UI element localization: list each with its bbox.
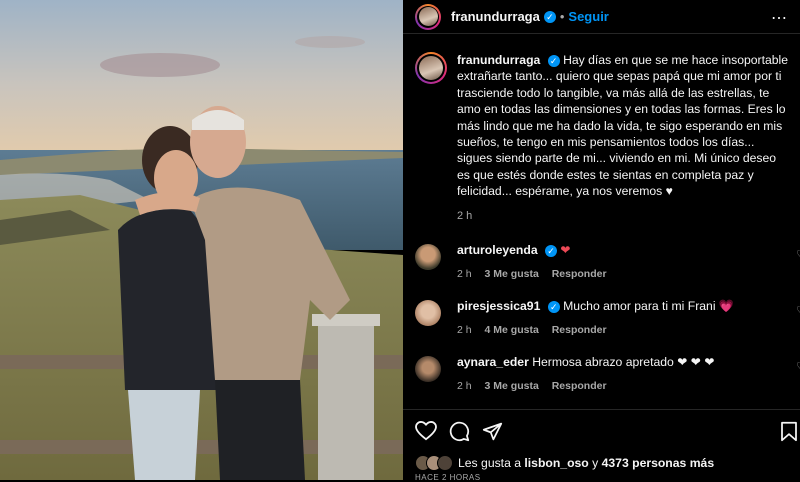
liker-avatar [437, 455, 453, 471]
caption-text: Hay días en que se me hace insoportable … [457, 53, 789, 199]
reply-button[interactable]: Responder [552, 268, 607, 280]
comment-likes[interactable]: 4 Me gusta [485, 324, 539, 336]
post-header: franundurraga ✓ • Seguir ⋯ [403, 0, 800, 34]
author-avatar[interactable] [415, 3, 441, 30]
comment-item: aynara_eder Hermosa abrazo apretado ❤ ❤ … [403, 354, 800, 394]
likes-summary[interactable]: Les gusta a lisbon_oso y 4373 personas m… [415, 455, 714, 471]
comment-text: Mucho amor para ti mi Frani 💗 [563, 299, 735, 314]
comment-time: 2 h [457, 380, 472, 393]
comment-time: 2 h [457, 324, 472, 337]
reply-button[interactable]: Responder [552, 380, 607, 392]
comment-likes[interactable]: 3 Me gusta [485, 380, 539, 392]
caption-avatar[interactable] [415, 52, 447, 84]
likes-connector: y [592, 456, 599, 470]
action-bar [403, 409, 800, 452]
caption-time: 2 h [457, 209, 473, 222]
caption-username[interactable]: franundurraga [457, 53, 540, 67]
more-options-icon[interactable]: ⋯ [771, 8, 788, 28]
post-photo[interactable] [0, 0, 403, 480]
verified-icon: ✓ [543, 10, 556, 23]
like-comment-icon[interactable]: ♡ [796, 248, 800, 261]
post-timestamp: HACE 2 HORAS [415, 473, 481, 482]
comment-username[interactable]: piresjessica91 [457, 299, 540, 313]
likes-user[interactable]: lisbon_oso [524, 456, 588, 470]
photo-illustration [0, 0, 403, 480]
bookmark-icon[interactable] [780, 421, 798, 447]
like-comment-icon[interactable]: ♡ [796, 360, 800, 373]
comment-item: piresjessica91 ✓ Mucho amor para ti mi F… [403, 298, 800, 338]
comment-avatar[interactable] [415, 244, 441, 271]
comment-time: 2 h [457, 268, 472, 281]
heart-icon[interactable] [415, 420, 437, 446]
comment-icon[interactable] [449, 421, 470, 447]
comments-scroll[interactable]: franundurraga ✓ Hay días en que se me ha… [403, 34, 800, 408]
reply-button[interactable]: Responder [552, 324, 607, 336]
header-separator: • [559, 9, 565, 24]
share-icon[interactable] [482, 421, 503, 447]
likes-text: Les gusta a lisbon_oso y 4373 personas m… [458, 456, 714, 470]
comment-avatar[interactable] [415, 300, 441, 327]
comment-text: Hermosa abrazo apretado ❤ ❤ ❤ [532, 355, 715, 370]
verified-icon: ✓ [547, 54, 560, 67]
likes-prefix: Les gusta a [458, 456, 522, 470]
comment-avatar[interactable] [415, 356, 441, 383]
comment-likes[interactable]: 3 Me gusta [485, 268, 539, 280]
verified-icon: ✓ [547, 300, 560, 313]
comment-username[interactable]: aynara_eder [457, 355, 529, 369]
comment-item: arturoleyenda ✓ ❤ 2 h 3 Me gusta Respond… [403, 242, 800, 282]
caption: franundurraga ✓ Hay días en que se me ha… [403, 34, 800, 224]
post-panel: franundurraga ✓ • Seguir ⋯ franundurraga… [403, 0, 800, 482]
author-username[interactable]: franundurraga [451, 9, 540, 24]
comment-username[interactable]: arturoleyenda [457, 243, 538, 257]
likes-count[interactable]: 4373 personas más [602, 456, 714, 470]
verified-icon: ✓ [545, 244, 557, 257]
like-comment-icon[interactable]: ♡ [796, 304, 800, 317]
comment-text: ❤ [560, 243, 571, 258]
follow-button[interactable]: Seguir [568, 9, 608, 24]
